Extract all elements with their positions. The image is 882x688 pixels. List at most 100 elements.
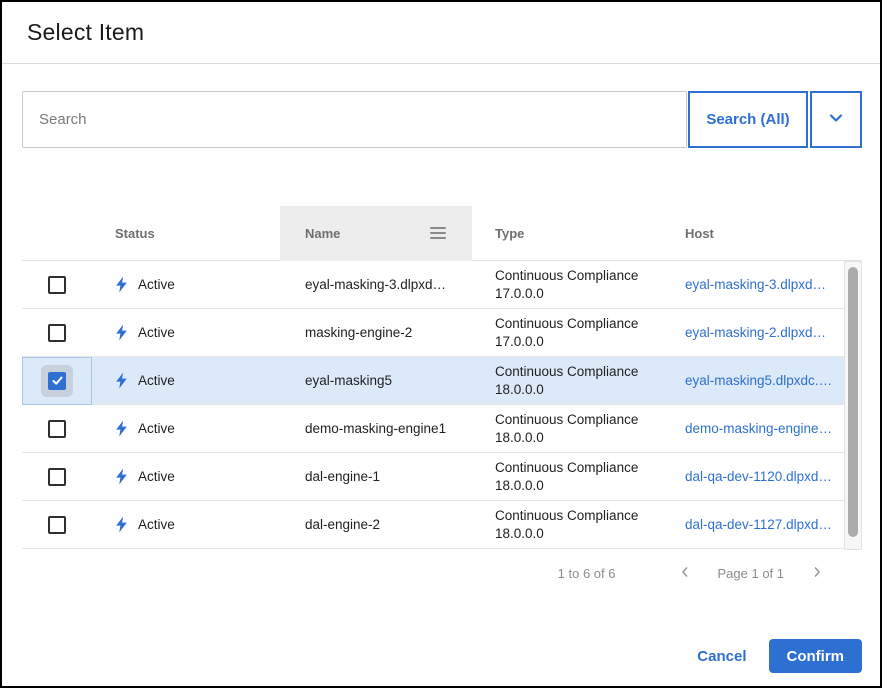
- column-header-type[interactable]: Type: [472, 226, 662, 241]
- row-checkbox-cell: [22, 309, 92, 357]
- row-name-label: demo-masking-engine1: [305, 421, 446, 436]
- checkbox-halo: [41, 269, 73, 301]
- row-name-cell: demo-masking-engine1: [280, 421, 472, 436]
- column-header-name[interactable]: Name: [280, 206, 472, 261]
- chevron-right-icon: [810, 565, 824, 582]
- row-status-label: Active: [138, 469, 175, 484]
- row-name-label: dal-engine-1: [305, 469, 380, 484]
- row-checkbox-cell: [22, 357, 92, 405]
- row-name-label: masking-engine-2: [305, 325, 412, 340]
- row-type-label: Continuous Compliance: [495, 507, 662, 525]
- row-type-label: Continuous Compliance: [495, 411, 662, 429]
- row-host-cell: eyal-masking-3.dlpxd…: [662, 277, 848, 292]
- row-name-label: dal-engine-2: [305, 517, 380, 532]
- row-status-label: Active: [138, 373, 175, 388]
- lightning-bolt-icon: [115, 420, 128, 437]
- row-type-version-label: 18.0.0.0: [495, 477, 662, 495]
- select-item-dialog: Select Item Search (All) Status Name Typ…: [0, 0, 882, 688]
- row-name-cell: dal-engine-1: [280, 469, 472, 484]
- next-page-button[interactable]: [806, 561, 828, 586]
- row-type-cell: Continuous Compliance 17.0.0.0: [472, 315, 662, 351]
- row-checkbox[interactable]: [48, 468, 66, 486]
- row-checkbox-cell: [22, 501, 92, 549]
- search-all-button[interactable]: Search (All): [688, 91, 808, 148]
- checkbox-halo: [41, 317, 73, 349]
- row-checkbox[interactable]: [48, 516, 66, 534]
- table-row[interactable]: Active demo-masking-engine1 Continuous C…: [22, 405, 862, 453]
- row-status-cell: Active: [92, 468, 280, 485]
- row-checkbox[interactable]: [48, 420, 66, 438]
- row-checkbox-cell: [22, 405, 92, 453]
- column-header-status[interactable]: Status: [92, 226, 280, 241]
- row-host-cell: eyal-masking5.dlpxdc.…: [662, 373, 848, 388]
- table-row[interactable]: Active eyal-masking5 Continuous Complian…: [22, 357, 862, 405]
- row-status-label: Active: [138, 421, 175, 436]
- cancel-button[interactable]: Cancel: [697, 648, 746, 665]
- row-type-label: Continuous Compliance: [495, 459, 662, 477]
- table-row[interactable]: Active masking-engine-2 Continuous Compl…: [22, 309, 862, 357]
- row-type-cell: Continuous Compliance 18.0.0.0: [472, 411, 662, 447]
- column-header-host[interactable]: Host: [662, 226, 848, 241]
- row-type-label: Continuous Compliance: [495, 363, 662, 381]
- table-header-row: Status Name Type Host: [22, 206, 862, 261]
- row-type-version-label: 18.0.0.0: [495, 429, 662, 447]
- host-link[interactable]: eyal-masking5.dlpxdc.…: [685, 373, 832, 388]
- row-status-label: Active: [138, 517, 175, 532]
- row-status-label: Active: [138, 325, 175, 340]
- row-host-cell: dal-qa-dev-1120.dlpxd…: [662, 469, 848, 484]
- checkbox-halo: [41, 509, 73, 541]
- items-table: Status Name Type Host: [22, 206, 862, 549]
- dialog-footer: Cancel Confirm: [2, 639, 880, 673]
- host-link[interactable]: eyal-masking-2.dlpxd…: [685, 325, 826, 340]
- lightning-bolt-icon: [115, 372, 128, 389]
- row-checkbox[interactable]: [48, 324, 66, 342]
- row-host-cell: eyal-masking-2.dlpxd…: [662, 325, 848, 340]
- host-link[interactable]: dal-qa-dev-1127.dlpxd…: [685, 517, 832, 532]
- confirm-button[interactable]: Confirm: [769, 639, 863, 673]
- row-name-cell: masking-engine-2: [280, 325, 472, 340]
- row-name-cell: eyal-masking-3.dlpxd…: [280, 277, 472, 292]
- chevron-down-icon: [827, 109, 845, 130]
- row-name-cell: eyal-masking5: [280, 373, 472, 388]
- row-status-cell: Active: [92, 324, 280, 341]
- row-host-cell: dal-qa-dev-1127.dlpxd…: [662, 517, 848, 532]
- checkbox-halo: [41, 461, 73, 493]
- row-name-label: eyal-masking-3.dlpxd…: [305, 277, 446, 292]
- row-type-version-label: 18.0.0.0: [495, 525, 662, 543]
- row-type-cell: Continuous Compliance 17.0.0.0: [472, 267, 662, 303]
- row-host-cell: demo-masking-engine…: [662, 421, 848, 436]
- row-type-cell: Continuous Compliance 18.0.0.0: [472, 507, 662, 543]
- host-link[interactable]: dal-qa-dev-1120.dlpxd…: [685, 469, 832, 484]
- row-type-cell: Continuous Compliance 18.0.0.0: [472, 459, 662, 495]
- row-type-label: Continuous Compliance: [495, 315, 662, 333]
- row-type-cell: Continuous Compliance 18.0.0.0: [472, 363, 662, 399]
- lightning-bolt-icon: [115, 516, 128, 533]
- checkbox-halo: [41, 365, 73, 397]
- scrollbar-thumb[interactable]: [848, 267, 858, 537]
- pagination-page-text: Page 1 of 1: [718, 566, 785, 581]
- row-name-label: eyal-masking5: [305, 373, 392, 388]
- row-checkbox-cell: [22, 261, 92, 309]
- row-checkbox[interactable]: [48, 276, 66, 294]
- table-row[interactable]: Active eyal-masking-3.dlpxd… Continuous …: [22, 261, 862, 309]
- host-link[interactable]: eyal-masking-3.dlpxd…: [685, 277, 826, 292]
- row-name-cell: dal-engine-2: [280, 517, 472, 532]
- table-row[interactable]: Active dal-engine-1 Continuous Complianc…: [22, 453, 862, 501]
- dialog-title: Select Item: [27, 19, 144, 46]
- vertical-scrollbar[interactable]: [844, 261, 862, 550]
- column-menu-icon[interactable]: [430, 224, 446, 242]
- search-options-dropdown-button[interactable]: [810, 91, 862, 148]
- row-type-version-label: 18.0.0.0: [495, 381, 662, 399]
- row-checkbox[interactable]: [48, 372, 66, 390]
- chevron-left-icon: [678, 565, 692, 582]
- previous-page-button[interactable]: [674, 561, 696, 586]
- search-bar: Search (All): [22, 91, 862, 148]
- table-row[interactable]: Active dal-engine-2 Continuous Complianc…: [22, 501, 862, 549]
- host-link[interactable]: demo-masking-engine…: [685, 421, 832, 436]
- search-input[interactable]: [22, 91, 687, 148]
- table-body: Active eyal-masking-3.dlpxd… Continuous …: [22, 261, 862, 549]
- row-checkbox-cell: [22, 453, 92, 501]
- row-status-cell: Active: [92, 276, 280, 293]
- row-status-cell: Active: [92, 516, 280, 533]
- row-type-label: Continuous Compliance: [495, 267, 662, 285]
